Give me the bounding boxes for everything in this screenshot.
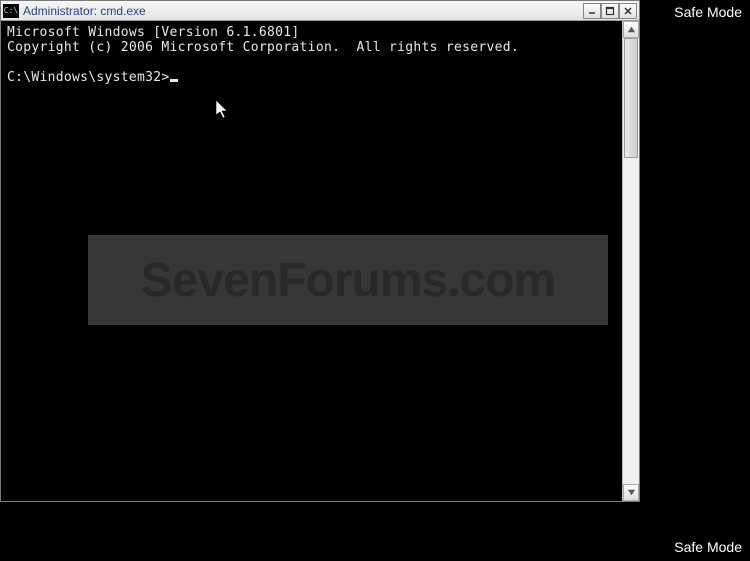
window-title: Administrator: cmd.exe xyxy=(23,4,583,18)
titlebar[interactable]: C:\ Administrator: cmd.exe xyxy=(1,1,639,21)
watermark-overlay: SevenForums.com xyxy=(88,235,608,325)
terminal-line: Microsoft Windows [Version 6.1.6801] xyxy=(7,25,300,40)
safe-mode-label-top: Safe Mode xyxy=(674,4,742,20)
scrollbar-track[interactable] xyxy=(623,38,639,484)
desktop: Safe Mode Safe Mode C:\ Administrator: c… xyxy=(0,0,750,561)
close-button[interactable] xyxy=(619,3,637,19)
minimize-button[interactable] xyxy=(583,3,601,19)
terminal-prompt: C:\Windows\system32> xyxy=(7,70,170,85)
text-cursor xyxy=(170,79,178,82)
scrollbar-thumb[interactable] xyxy=(624,38,638,158)
window-controls xyxy=(583,3,637,19)
terminal-line: Copyright (c) 2006 Microsoft Corporation… xyxy=(7,40,519,55)
maximize-button[interactable] xyxy=(601,3,619,19)
cmd-icon: C:\ xyxy=(3,4,19,18)
vertical-scrollbar[interactable] xyxy=(622,21,639,501)
scroll-down-button[interactable] xyxy=(623,484,639,501)
scroll-up-button[interactable] xyxy=(623,21,639,38)
safe-mode-label-bottom: Safe Mode xyxy=(674,539,742,555)
watermark-text: SevenForums.com xyxy=(141,253,555,308)
